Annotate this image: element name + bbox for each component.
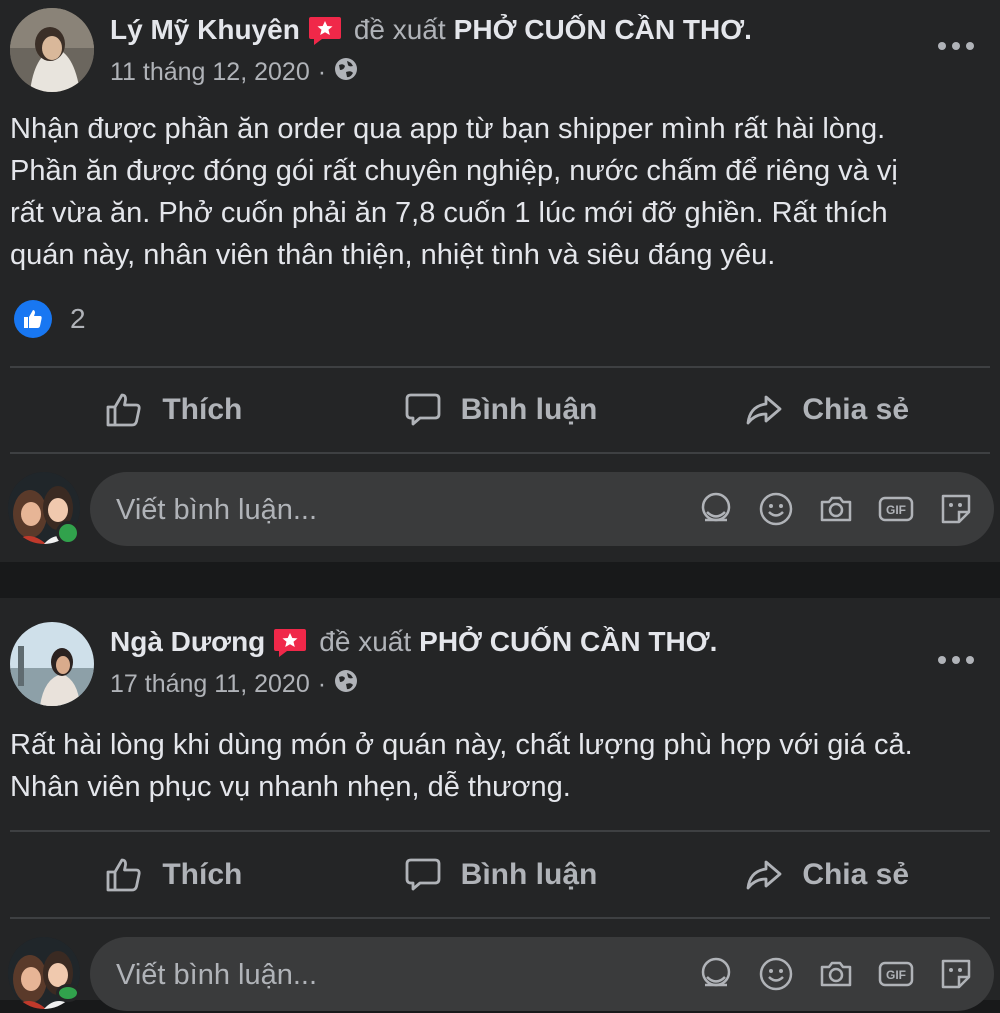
gif-icon[interactable]: GIF (878, 491, 914, 527)
post-meta: 11 tháng 12, 2020 · (110, 56, 358, 88)
post-body-line: Nhận được phần ăn order qua app từ bạn s… (10, 113, 886, 145)
more-options-icon[interactable] (938, 650, 974, 670)
meta-separator: · (317, 669, 327, 698)
divider (10, 366, 990, 368)
share-label: Chia sẻ (802, 393, 910, 426)
recommend-icon (308, 15, 342, 45)
avatar-sticker-icon[interactable] (698, 956, 734, 992)
post-header: Lý Mỹ Khuyên đề xuất PHỞ CUỐN CẦN THƠ. (110, 10, 752, 50)
globe-icon[interactable] (334, 669, 358, 700)
sticker-icon[interactable] (938, 956, 974, 992)
author-avatar[interactable] (10, 622, 94, 706)
thumbs-up-icon (106, 393, 141, 427)
like-button[interactable]: Thích (10, 369, 337, 451)
online-status-indicator (56, 984, 80, 1002)
comment-label: Bình luận (460, 393, 598, 426)
gif-label: GIF (886, 503, 906, 517)
post-meta: 17 tháng 11, 2020 · (110, 668, 358, 700)
camera-icon[interactable] (818, 956, 854, 992)
post-date[interactable]: 17 tháng 11, 2020 (110, 670, 310, 699)
action-bar: Thích Bình luận Chia sẻ (10, 369, 990, 451)
post-body-line: Rất hài lòng khi dùng món ở quán này, ch… (10, 729, 913, 761)
emoji-icon[interactable] (758, 956, 794, 992)
comment-button[interactable]: Bình luận (337, 369, 664, 451)
author-name[interactable]: Ngà Dương (110, 626, 265, 658)
composer-tools: GIF (698, 472, 974, 546)
like-label: Thích (162, 393, 243, 426)
divider (10, 830, 990, 832)
share-button[interactable]: Chia sẻ (663, 834, 990, 916)
comment-label: Bình luận (460, 858, 598, 891)
reaction-summary[interactable]: 2 (14, 300, 86, 338)
divider (10, 917, 990, 919)
comment-icon (405, 393, 441, 426)
divider (10, 452, 990, 454)
like-label: Thích (162, 858, 243, 891)
recommend-icon (273, 627, 307, 657)
action-bar: Thích Bình luận Chia sẻ (10, 834, 990, 916)
recommend-verb: đề xuất (353, 14, 446, 45)
post-body-line: quán này, nhân viên thân thiện, nhiệt tì… (10, 239, 776, 271)
avatar-sticker-icon[interactable] (698, 491, 734, 527)
post-body-line: rất vừa ăn. Phở cuốn phải ăn 7,8 cuốn 1 … (10, 197, 888, 229)
author-name[interactable]: Lý Mỹ Khuyên (110, 14, 300, 46)
post-date[interactable]: 11 tháng 12, 2020 (110, 58, 310, 87)
post-body-line: Nhân viên phục vụ nhanh nhẹn, dễ thương. (10, 771, 571, 803)
recommend-verb: đề xuất (319, 626, 412, 657)
more-options-icon[interactable] (938, 36, 974, 56)
comment-input[interactable] (114, 937, 678, 1013)
gif-label: GIF (886, 968, 906, 982)
comment-input[interactable] (114, 472, 678, 548)
post-body: Nhận được phần ăn order qua app từ bạn s… (10, 108, 985, 276)
online-status-indicator (56, 521, 80, 545)
camera-icon[interactable] (818, 491, 854, 527)
reaction-count: 2 (70, 303, 86, 334)
share-icon (746, 860, 782, 890)
thumbs-up-icon (106, 858, 141, 892)
meta-separator: · (317, 57, 327, 86)
sticker-icon[interactable] (938, 491, 974, 527)
share-label: Chia sẻ (802, 858, 910, 891)
comment-button[interactable]: Bình luận (337, 834, 664, 916)
gif-icon[interactable]: GIF (878, 956, 914, 992)
like-reaction-icon (14, 300, 52, 338)
share-icon (746, 395, 782, 425)
like-button[interactable]: Thích (10, 834, 337, 916)
page-name[interactable]: PHỞ CUỐN CẦN THƠ. (419, 626, 717, 658)
page-name[interactable]: PHỞ CUỐN CẦN THƠ. (454, 14, 752, 46)
globe-icon[interactable] (334, 57, 358, 88)
author-avatar[interactable] (10, 8, 94, 92)
comment-box: GIF (90, 472, 994, 548)
share-button[interactable]: Chia sẻ (663, 369, 990, 451)
comment-icon (405, 858, 441, 891)
emoji-icon[interactable] (758, 491, 794, 527)
post-body-line: Phần ăn được đóng gói rất chuyên nghiệp,… (10, 155, 898, 187)
post-body: Rất hài lòng khi dùng món ở quán này, ch… (10, 724, 985, 808)
post-header: Ngà Dương đề xuất PHỞ CUỐN CẦN THƠ. (110, 622, 717, 662)
